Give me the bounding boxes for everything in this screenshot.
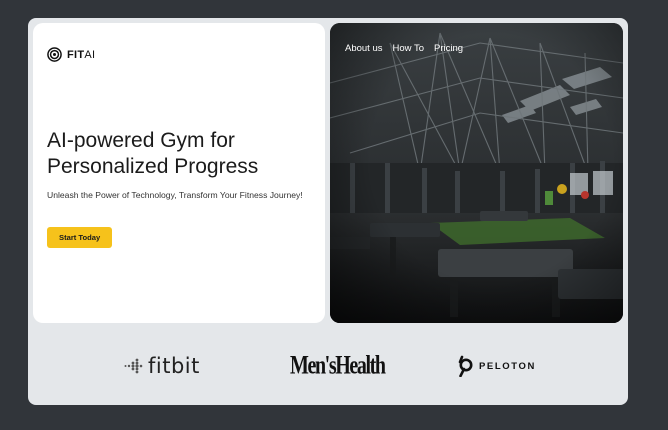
fitbit-dots-icon <box>124 358 143 374</box>
gym-interior-photo <box>330 23 623 323</box>
landing-page-frame: FITAI AI-powered Gym for Personalized Pr… <box>28 18 628 405</box>
hero-image-card: About us How To Pricing <box>330 23 623 323</box>
peloton-p-icon <box>458 355 473 377</box>
fitbit-logo: fitbit <box>123 346 200 386</box>
logo-rings-icon <box>47 47 62 62</box>
mens-health-logo: Men'sHealth <box>290 351 386 380</box>
nav-link-pricing[interactable]: Pricing <box>434 43 463 54</box>
hero-text-card: FITAI AI-powered Gym for Personalized Pr… <box>33 23 325 323</box>
hero-headline: AI-powered Gym for Personalized Progress <box>47 129 259 178</box>
start-today-button[interactable]: Start Today <box>47 227 113 248</box>
peloton-logo: PELOTON <box>456 346 536 386</box>
hero-subtext: Unleash the Power of Technology, Transfo… <box>47 190 303 200</box>
top-nav: About us How To Pricing <box>345 43 463 54</box>
logo-wordmark: FITAI <box>67 48 96 61</box>
nav-link-about-us[interactable]: About us <box>345 43 383 54</box>
nav-link-how-to[interactable]: How To <box>393 43 425 54</box>
partner-logos: fitbit Men'sHealth PELOTON <box>28 346 628 386</box>
fitai-logo[interactable]: FITAI <box>47 47 95 62</box>
